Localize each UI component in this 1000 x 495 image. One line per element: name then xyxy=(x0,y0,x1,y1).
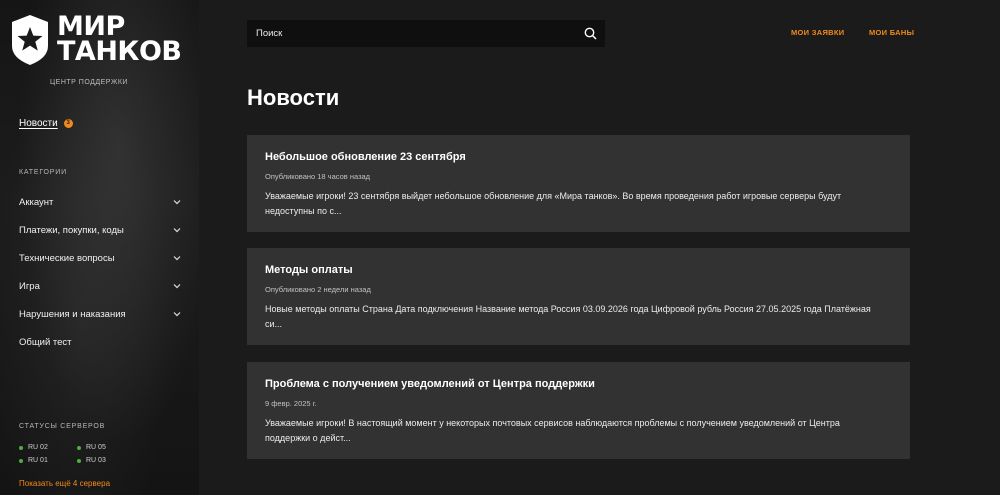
server-status: RU 03 xyxy=(77,457,135,464)
status-dot xyxy=(19,458,23,463)
sidebar: МИР ТАНКОВ ЦЕНТР ПОДДЕРЖКИ Новости 3 КАТ… xyxy=(0,0,199,495)
sidebar-item-news[interactable]: Новости 3 xyxy=(19,118,73,129)
news-date: 9 февр. 2025 г. xyxy=(265,399,317,408)
server-status: RU 01 xyxy=(19,457,77,464)
sidebar-item-technical[interactable]: Технические вопросы xyxy=(19,244,181,272)
categories-title: КАТЕГОРИИ xyxy=(19,169,67,176)
status-dot xyxy=(77,445,81,450)
sidebar-item-label: Платежи, покупки, коды xyxy=(19,224,124,236)
star-shield-icon xyxy=(12,15,48,65)
sidebar-item-label: Аккаунт xyxy=(19,196,54,208)
server-name: RU 01 xyxy=(28,457,48,464)
news-title[interactable]: Методы оплаты xyxy=(265,264,892,276)
news-excerpt: Уважаемые игроки! 23 сентября выйдет неб… xyxy=(265,191,842,216)
chevron-down-icon xyxy=(173,228,181,233)
logo-line-2: ТАНКОВ xyxy=(57,36,182,67)
news-title[interactable]: Небольшое обновление 23 сентября xyxy=(265,151,892,163)
server-status: RU 05 xyxy=(77,444,135,451)
my-requests-link[interactable]: МОИ ЗАЯВКИ xyxy=(791,28,844,37)
news-card[interactable]: Небольшое обновление 23 сентября Опублик… xyxy=(247,135,910,232)
search-bar xyxy=(247,20,605,47)
servers-title: СТАТУСЫ СЕРВЕРОВ xyxy=(19,423,106,430)
sidebar-item-violations[interactable]: Нарушения и наказания xyxy=(19,300,181,328)
sidebar-item-label: Технические вопросы xyxy=(19,252,115,264)
news-excerpt: Новые методы оплаты Страна Дата подключе… xyxy=(265,304,871,329)
sidebar-item-label: Общий тест xyxy=(19,336,72,348)
news-count-badge: 3 xyxy=(63,119,73,128)
category-list: Аккаунт Платежи, покупки, коды Техническ… xyxy=(19,188,181,356)
chevron-down-icon xyxy=(173,200,181,205)
server-name: RU 03 xyxy=(86,457,106,464)
search-button[interactable] xyxy=(575,20,605,47)
support-center-label: ЦЕНТР ПОДДЕРЖКИ xyxy=(50,79,128,86)
news-excerpt: Уважаемые игроки! В настоящий момент у н… xyxy=(265,418,840,443)
sidebar-item-payments[interactable]: Платежи, покупки, коды xyxy=(19,216,181,244)
server-status: RU 02 xyxy=(19,444,77,451)
news-card[interactable]: Методы оплаты Опубликовано 2 недели наза… xyxy=(247,248,910,345)
sidebar-item-general-test[interactable]: Общий тест xyxy=(19,328,181,356)
sidebar-item-label: Игра xyxy=(19,280,40,292)
chevron-down-icon xyxy=(173,284,181,289)
sidebar-item-account[interactable]: Аккаунт xyxy=(19,188,181,216)
server-name: RU 05 xyxy=(86,444,106,451)
server-status-list: RU 02 RU 05 RU 01 RU 03 xyxy=(19,444,139,464)
sidebar-item-label: Новости xyxy=(19,118,58,129)
logo[interactable]: МИР ТАНКОВ xyxy=(10,13,182,68)
search-input[interactable] xyxy=(256,28,575,39)
sidebar-item-label: Нарушения и наказания xyxy=(19,308,126,320)
logo-text: МИР ТАНКОВ xyxy=(57,13,182,67)
status-dot xyxy=(77,458,81,463)
server-name: RU 02 xyxy=(28,444,48,451)
status-dot xyxy=(19,445,23,450)
news-card[interactable]: Проблема с получением уведомлений от Цен… xyxy=(247,362,910,459)
news-title[interactable]: Проблема с получением уведомлений от Цен… xyxy=(265,378,892,390)
chevron-down-icon xyxy=(173,256,181,261)
chevron-down-icon xyxy=(173,312,181,317)
news-date: Опубликовано 18 часов назад xyxy=(265,172,371,181)
my-bans-link[interactable]: МОИ БАНЫ xyxy=(869,28,914,37)
news-date: Опубликовано 2 недели назад xyxy=(265,285,371,294)
search-icon xyxy=(584,27,597,40)
page-title: Новости xyxy=(247,85,340,110)
sidebar-item-game[interactable]: Игра xyxy=(19,272,181,300)
show-more-servers-link[interactable]: Показать ещё 4 сервера xyxy=(19,479,110,488)
